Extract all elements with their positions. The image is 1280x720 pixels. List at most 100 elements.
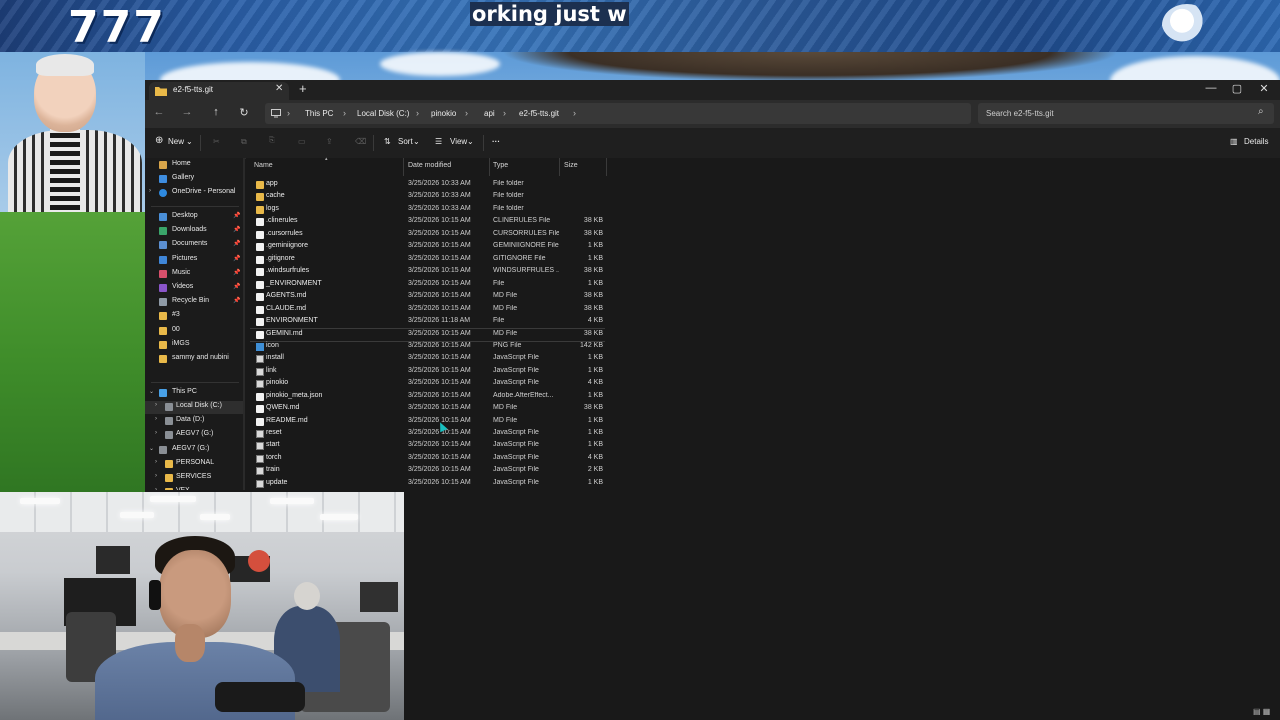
file-row[interactable]: .clinerules 3/25/2026 10:15 AM CLINERULES …: [250, 216, 605, 228]
minimize-button[interactable]: —: [1199, 82, 1223, 94]
sidebar-item-drive[interactable]: › Data (D:): [145, 415, 243, 428]
view-toggle-icons[interactable]: ▤ ▦: [1253, 707, 1270, 716]
file-type: MD File: [493, 416, 518, 424]
file-row[interactable]: .gitignore 3/25/2026 10:15 AM GITIGNORE Fi…: [250, 254, 605, 266]
file-row[interactable]: train 3/25/2026 10:15 AM JavaScript File 2 …: [250, 465, 605, 477]
copy-icon[interactable]: ⧉: [241, 137, 247, 147]
column-header-type[interactable]: Type: [493, 162, 508, 169]
sidebar-item-folder[interactable]: › PERSONAL: [145, 458, 243, 471]
back-button[interactable]: ←: [151, 106, 167, 118]
column-divider[interactable]: [489, 158, 490, 176]
sidebar-item-gallery[interactable]: Gallery: [145, 173, 243, 186]
column-divider[interactable]: [403, 158, 404, 176]
file-row[interactable]: link 3/25/2026 10:15 AM JavaScript File 1 K…: [250, 366, 605, 378]
file-row[interactable]: app 3/25/2026 10:33 AM File folder: [250, 179, 605, 191]
sidebar-item-documents[interactable]: Documents 📌: [145, 239, 243, 252]
file-row[interactable]: torch 3/25/2026 10:15 AM JavaScript File 4 …: [250, 453, 605, 465]
breadcrumb-pinokio[interactable]: pinokio: [431, 109, 456, 118]
sidebar-item-folder[interactable]: iMGS: [145, 339, 243, 352]
sidebar-item-label: This PC: [172, 388, 197, 395]
sidebar-item-label: 00: [172, 325, 180, 333]
file-row[interactable]: icon 3/25/2026 10:15 AM PNG File 142 KB: [250, 341, 605, 353]
new-button[interactable]: New: [168, 137, 184, 146]
column-header-date[interactable]: Date modified: [408, 162, 451, 169]
column-header-size[interactable]: Size: [564, 162, 578, 169]
paste-icon[interactable]: ⎘: [269, 137, 275, 145]
sidebar-item-downloads[interactable]: Downloads 📌: [145, 225, 243, 238]
sidebar-item-onedrive[interactable]: › OneDrive - Personal: [145, 187, 243, 200]
sidebar-scrollbar[interactable]: [243, 158, 245, 490]
sidebar-item-folder[interactable]: #3: [145, 310, 243, 323]
file-row[interactable]: pinokio_meta.json 3/25/2026 10:15 AM Adobe…: [250, 391, 605, 403]
sort-button[interactable]: Sort: [398, 137, 413, 146]
sidebar-item-folder[interactable]: › SERVICES: [145, 472, 243, 485]
breadcrumb-this-pc[interactable]: This PC: [305, 109, 333, 118]
up-button[interactable]: ↑: [208, 106, 224, 118]
sidebar-item-drive[interactable]: › Local Disk (C:): [145, 401, 243, 414]
sidebar-item-label: Data (D:): [176, 416, 205, 424]
file-row[interactable]: QWEN.md 3/25/2026 10:15 AM MD File 38 KB: [250, 403, 605, 415]
sidebar-item-home[interactable]: Home: [145, 159, 243, 172]
file-type: PNG File: [493, 341, 522, 349]
delete-icon[interactable]: ⌫: [355, 137, 366, 146]
file-row[interactable]: pinokio 3/25/2026 10:15 AM JavaScript File…: [250, 378, 605, 390]
file-row[interactable]: AGENTS.md 3/25/2026 10:15 AM MD File 38 KB: [250, 291, 605, 303]
file-row[interactable]: cache 3/25/2026 10:33 AM File folder: [250, 191, 605, 203]
sidebar-item-videos[interactable]: Videos 📌: [145, 282, 243, 295]
details-pane-icon: ▥: [1230, 137, 1238, 146]
column-divider[interactable]: [606, 158, 607, 176]
more-options-button[interactable]: ···: [492, 137, 500, 146]
new-tab-button[interactable]: +: [299, 81, 307, 96]
file-row[interactable]: .cursorrules 3/25/2026 10:15 AM CURSORRULE…: [250, 229, 605, 241]
file-row[interactable]: reset 3/25/2026 10:15 AM JavaScript File 1 …: [250, 428, 605, 440]
sidebar-divider: [151, 382, 239, 383]
details-button[interactable]: Details: [1244, 137, 1268, 146]
tab-close-icon[interactable]: ✕: [275, 83, 283, 94]
sidebar-item-drive[interactable]: › AEGV7 (G:): [145, 429, 243, 442]
file-row[interactable]: install 3/25/2026 10:15 AM JavaScript File…: [250, 353, 605, 365]
sidebar-item-pictures[interactable]: Pictures 📌: [145, 254, 243, 267]
maximize-button[interactable]: ▢: [1225, 82, 1249, 95]
rename-icon[interactable]: ▭: [298, 137, 306, 146]
sidebar-item-label: OneDrive - Personal: [172, 188, 236, 195]
forward-button[interactable]: →: [179, 106, 195, 118]
sidebar-item-this-pc[interactable]: ⌄ This PC: [145, 387, 243, 400]
file-name: icon: [266, 341, 279, 349]
file-row[interactable]: CLAUDE.md 3/25/2026 10:15 AM MD File 38 KB: [250, 304, 605, 316]
view-button[interactable]: View: [450, 137, 467, 146]
file-row[interactable]: README.md 3/25/2026 10:15 AM MD File 1 KB: [250, 416, 605, 428]
sidebar-item-folder[interactable]: › VFX: [145, 486, 243, 490]
file-row[interactable]: _ENVIRONMENT 3/25/2026 10:15 AM File 1 KB: [250, 279, 605, 291]
file-name: README.md: [266, 416, 308, 424]
sidebar-item-music[interactable]: Music 📌: [145, 268, 243, 281]
breadcrumb-local-disk[interactable]: Local Disk (C:): [357, 109, 409, 118]
file-row[interactable]: .windsurfrules 3/25/2026 10:15 AM WINDSURF…: [250, 266, 605, 278]
refresh-button[interactable]: ↻: [236, 106, 252, 119]
column-divider[interactable]: [559, 158, 560, 176]
sidebar-item-folder[interactable]: sammy and nubini: [145, 353, 243, 366]
close-button[interactable]: ✕: [1252, 82, 1276, 95]
sidebar-item-aegv7[interactable]: ⌄ AEGV7 (G:): [145, 444, 243, 457]
file-row[interactable]: update 3/25/2026 10:15 AM JavaScript File 1…: [250, 478, 605, 490]
webcam-overlay: [0, 492, 404, 720]
file-row[interactable]: ENVIRONMENT 3/25/2026 11:18 AM File 4 KB: [250, 316, 605, 328]
sidebar-item-label: VFX: [176, 487, 190, 490]
sidebar-item-folder[interactable]: 00: [145, 325, 243, 338]
breadcrumb[interactable]: › This PC › Local Disk (C:) › pinokio › …: [265, 103, 971, 124]
file-row[interactable]: start 3/25/2026 10:15 AM JavaScript File 1 …: [250, 440, 605, 452]
file-row[interactable]: logs 3/25/2026 10:33 AM File folder: [250, 204, 605, 216]
search-input[interactable]: Search e2-f5-tts.git ⌕: [978, 103, 1274, 124]
javascript-file-icon: [256, 367, 264, 376]
sidebar-item-desktop[interactable]: Desktop 📌: [145, 211, 243, 224]
search-placeholder: Search e2-f5-tts.git: [986, 109, 1054, 118]
breadcrumb-current-folder[interactable]: e2-f5-tts.git: [519, 109, 559, 118]
cut-icon[interactable]: ✂: [213, 137, 220, 146]
navigation-pane[interactable]: Home Gallery › OneDrive - Personal Deskt…: [145, 158, 243, 490]
breadcrumb-api[interactable]: api: [484, 109, 495, 118]
share-icon[interactable]: ⇪: [326, 137, 333, 146]
sidebar-item-recycle-bin[interactable]: Recycle Bin 📌: [145, 296, 243, 309]
file-size: 38 KB: [583, 330, 603, 338]
file-row[interactable]: .geminiignore 3/25/2026 10:15 AM GEMINIIGN…: [250, 241, 605, 253]
column-header-name[interactable]: Name: [254, 162, 273, 169]
tab-e2-f5-tts[interactable]: e2-f5-tts.git ✕: [149, 82, 289, 100]
